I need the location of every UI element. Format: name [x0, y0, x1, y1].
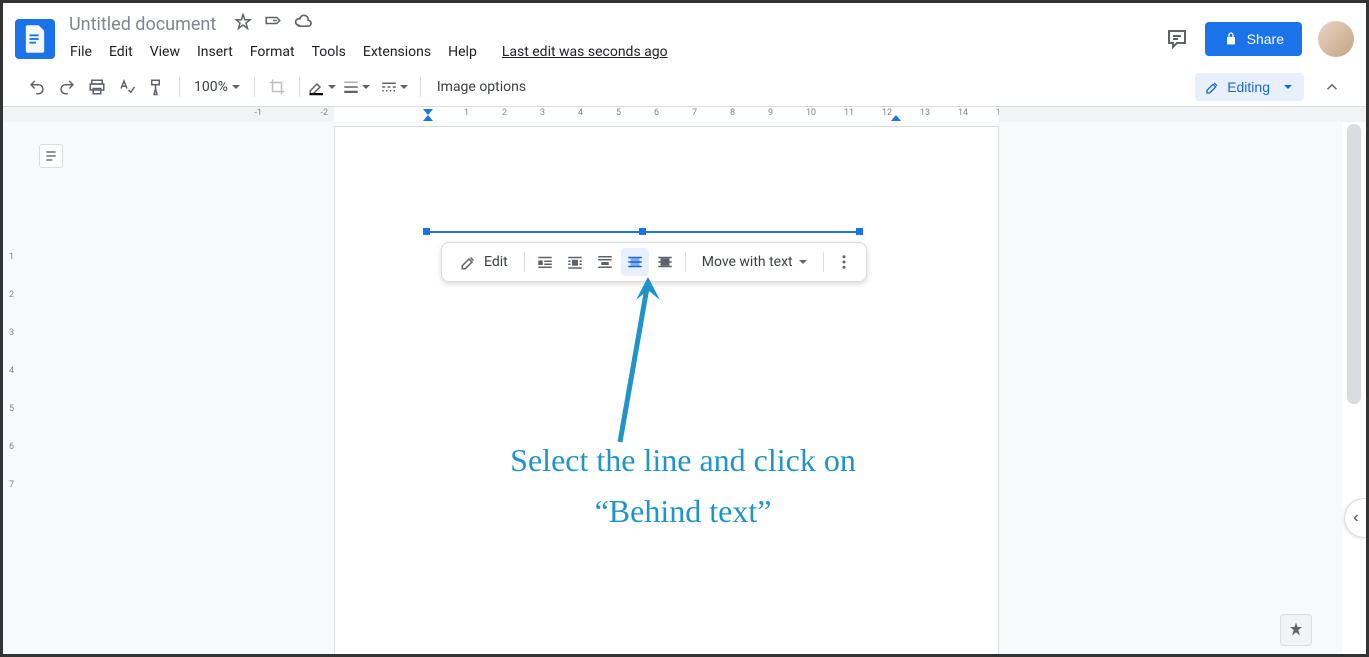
- editing-mode-button[interactable]: Editing: [1195, 73, 1304, 101]
- document-outline-button[interactable]: [39, 144, 63, 168]
- account-avatar[interactable]: [1318, 21, 1354, 57]
- menu-edit[interactable]: Edit: [102, 40, 140, 64]
- edit-drawing-button[interactable]: Edit: [450, 248, 518, 276]
- in-front-of-text-button[interactable]: [651, 248, 679, 276]
- menu-insert[interactable]: Insert: [190, 40, 240, 64]
- zoom-select[interactable]: 100%: [188, 79, 246, 95]
- document-canvas[interactable]: 1 2 3 4 5 6 7 Edit: [3, 122, 1342, 654]
- pencil-icon: [460, 253, 478, 271]
- main-toolbar: 100% Image options Editing: [3, 67, 1366, 107]
- explore-button[interactable]: [1280, 614, 1312, 646]
- separator: [299, 77, 300, 97]
- break-text-button[interactable]: [591, 248, 619, 276]
- ruler-mark: 11: [844, 108, 854, 118]
- separator: [420, 77, 421, 97]
- ruler-mark: 5: [616, 108, 621, 118]
- image-floating-toolbar: Edit Move with text: [441, 242, 867, 282]
- move-with-text-label: Move with text: [702, 254, 793, 270]
- ruler-mark: -2: [320, 108, 328, 118]
- ruler-mark: 8: [730, 108, 735, 118]
- last-edit-link[interactable]: Last edit was seconds ago: [495, 40, 675, 64]
- crop-button[interactable]: [263, 73, 291, 101]
- menu-bar: File Edit View Insert Format Tools Exten…: [63, 38, 1165, 66]
- menu-help[interactable]: Help: [441, 40, 484, 64]
- edit-button-label: Edit: [484, 254, 508, 270]
- ruler-mark: 1: [464, 108, 469, 118]
- ruler-mark: 14: [958, 108, 968, 118]
- redo-button[interactable]: [53, 73, 81, 101]
- menu-view[interactable]: View: [143, 40, 187, 64]
- separator: [685, 252, 686, 272]
- chevron-down-icon: [799, 260, 807, 264]
- ruler-mark: 13: [920, 108, 930, 118]
- border-dash-button[interactable]: [376, 73, 412, 101]
- ruler-mark: 3: [540, 108, 545, 118]
- vertical-scrollbar[interactable]: [1345, 122, 1363, 654]
- chevron-down-icon: [1284, 85, 1292, 89]
- ruler-mark: 5: [9, 404, 14, 414]
- scrollbar-thumb[interactable]: [1347, 124, 1361, 404]
- behind-text-button[interactable]: [621, 248, 649, 276]
- move-icon[interactable]: [264, 13, 282, 35]
- separator: [179, 77, 180, 97]
- print-button[interactable]: [83, 73, 111, 101]
- chevron-down-icon: [362, 85, 370, 89]
- resize-handle-middle[interactable]: [639, 228, 646, 235]
- border-weight-button[interactable]: [338, 73, 374, 101]
- ruler-mark: -1: [254, 108, 262, 118]
- wrap-text-button[interactable]: [561, 248, 589, 276]
- menu-format[interactable]: Format: [243, 40, 302, 64]
- separator: [823, 252, 824, 272]
- ruler-mark: 4: [578, 108, 583, 118]
- ruler-mark: 4: [9, 366, 14, 376]
- lock-icon: [1223, 31, 1239, 47]
- share-button[interactable]: Share: [1205, 22, 1302, 56]
- menu-file[interactable]: File: [63, 40, 99, 64]
- ruler-mark: 2: [502, 108, 507, 118]
- spellcheck-button[interactable]: [113, 73, 141, 101]
- comment-history-icon[interactable]: [1165, 27, 1189, 51]
- star-icon[interactable]: [234, 13, 252, 35]
- ruler-mark: 7: [9, 480, 14, 490]
- editing-mode-label: Editing: [1227, 79, 1270, 95]
- share-button-label: Share: [1247, 31, 1284, 47]
- page[interactable]: [334, 126, 999, 654]
- border-color-button[interactable]: [308, 73, 336, 101]
- separator: [524, 252, 525, 272]
- undo-button[interactable]: [23, 73, 51, 101]
- ruler-mark: 3: [9, 328, 14, 338]
- chevron-down-icon: [400, 85, 408, 89]
- doc-title[interactable]: Untitled document: [63, 12, 222, 37]
- paint-format-button[interactable]: [143, 73, 171, 101]
- chevron-down-icon: [232, 85, 240, 89]
- separator: [254, 77, 255, 97]
- menu-tools[interactable]: Tools: [305, 40, 353, 64]
- ruler-mark: 6: [9, 442, 14, 452]
- move-with-text-button[interactable]: Move with text: [692, 248, 817, 276]
- inline-wrap-button[interactable]: [531, 248, 559, 276]
- ruler-mark: 7: [692, 108, 697, 118]
- zoom-value: 100%: [194, 79, 228, 95]
- menu-extensions[interactable]: Extensions: [356, 40, 438, 64]
- resize-handle-right[interactable]: [856, 228, 863, 235]
- hide-menus-button[interactable]: [1318, 73, 1346, 101]
- vertical-ruler[interactable]: 1 2 3 4 5 6 7: [3, 122, 27, 654]
- horizontal-ruler[interactable]: -1 -2 1 2 3 4 5 6 7 8 9 10 11 12 13 14 1…: [3, 107, 1366, 122]
- ruler-mark: 2: [9, 290, 14, 300]
- pencil-icon: [1205, 79, 1221, 95]
- more-options-button[interactable]: [830, 248, 858, 276]
- chevron-down-icon: [328, 85, 336, 89]
- image-options-button[interactable]: Image options: [429, 79, 534, 95]
- docs-logo[interactable]: [15, 19, 55, 59]
- indent-marker-left[interactable]: [422, 107, 434, 122]
- ruler-mark: 1: [9, 252, 14, 262]
- cloud-icon[interactable]: [294, 13, 314, 35]
- ruler-mark: 6: [654, 108, 659, 118]
- resize-handle-left[interactable]: [423, 228, 430, 235]
- indent-marker-right[interactable]: [890, 114, 902, 122]
- ruler-mark: 9: [768, 108, 773, 118]
- ruler-mark: 10: [806, 108, 816, 118]
